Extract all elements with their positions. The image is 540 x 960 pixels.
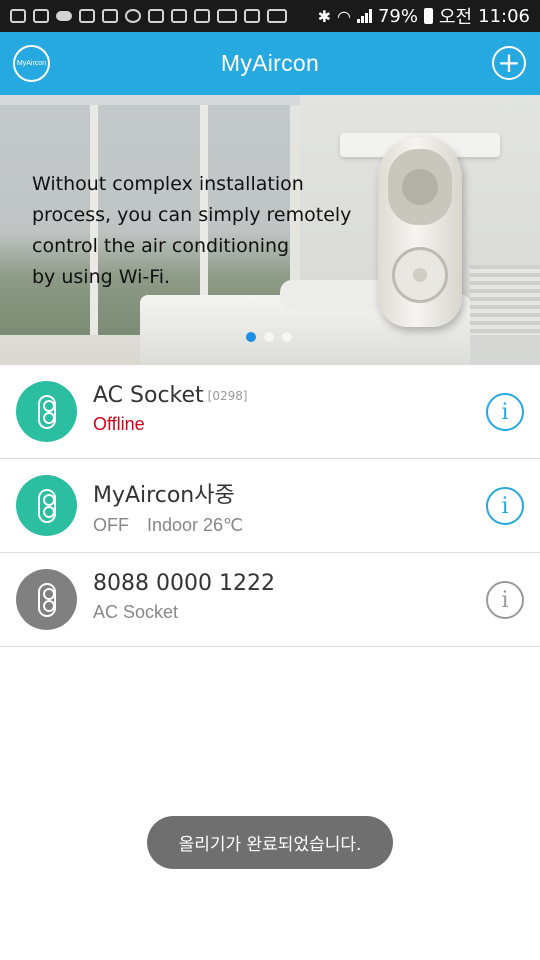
info-button[interactable]: i	[486, 393, 524, 431]
signal-icon	[356, 9, 372, 23]
page-title: MyAircon	[220, 50, 320, 76]
band-icon	[171, 9, 187, 23]
device-avatar	[16, 475, 77, 536]
notification-icons	[10, 9, 318, 23]
add-device-button[interactable]: +	[492, 46, 526, 80]
power-state: OFF	[93, 515, 129, 535]
battery-icon	[424, 8, 433, 24]
cast-icon	[33, 9, 49, 23]
carousel-dot[interactable]	[264, 332, 274, 342]
info-button[interactable]: i	[486, 487, 524, 525]
battery-percent: 79%	[377, 5, 418, 27]
smart-plug-icon	[37, 488, 56, 523]
chat-icon	[10, 9, 26, 23]
banner-line: by using Wi-Fi.	[32, 266, 171, 288]
wifi-icon: ◠	[337, 6, 351, 26]
smart-plug-icon	[37, 582, 56, 617]
plus-icon: +	[497, 46, 521, 79]
info-icon: i	[501, 493, 509, 519]
smart-plug-image	[378, 137, 462, 327]
device-row[interactable]: MyAircon사중 OFF Indoor 26℃ i	[0, 459, 540, 553]
device-row[interactable]: AC Socket [0298] Offline i	[0, 365, 540, 459]
info-icon: i	[501, 399, 509, 425]
device-name: 8088 0000 1222	[93, 571, 275, 596]
toast-message: 올리기가 완료되었습니다.	[147, 816, 393, 869]
ampm-label: 오전	[439, 7, 473, 28]
promo-banner[interactable]: Without complex installation process, yo…	[0, 95, 540, 365]
indoor-temperature: Indoor 26℃	[147, 515, 244, 535]
band-icon	[267, 9, 287, 23]
device-name: MyAircon사중	[93, 483, 235, 508]
band-icon	[217, 9, 237, 23]
device-avatar	[16, 381, 77, 442]
band-icon	[148, 9, 164, 23]
banner-line: Without complex installation	[32, 173, 304, 195]
clock: 11:06	[478, 5, 530, 27]
carousel-dot-active[interactable]	[246, 332, 256, 342]
banner-line: control the air conditioning	[32, 235, 290, 257]
band-icon	[244, 9, 260, 23]
device-list: AC Socket [0298] Offline i MyAircon사중 OFF…	[0, 365, 540, 647]
device-status: OFF Indoor 26℃	[93, 515, 243, 536]
banner-text: Without complex installation process, yo…	[32, 169, 372, 293]
carousel-dot[interactable]	[282, 332, 292, 342]
talk-icon	[125, 9, 141, 23]
info-button[interactable]: i	[486, 581, 524, 619]
cloud-icon	[56, 11, 72, 21]
image-icon	[102, 9, 118, 23]
device-name: AC Socket	[93, 383, 204, 408]
carousel-dots	[246, 332, 292, 342]
status-bar: ✱ ◠ 79% 오전 11:06	[0, 0, 540, 32]
logo-text: MyAircon	[16, 60, 47, 67]
banner-line: process, you can simply remotely	[32, 204, 352, 226]
device-status: Offline	[93, 414, 145, 434]
device-avatar	[16, 569, 77, 630]
app-bar: MyAircon MyAircon +	[0, 32, 540, 95]
device-status: AC Socket	[93, 602, 179, 622]
mail-icon	[79, 9, 95, 23]
device-code: [0298]	[207, 389, 248, 403]
info-icon: i	[501, 587, 509, 613]
bluetooth-icon: ✱	[317, 6, 332, 26]
band-icon	[194, 9, 210, 23]
app-logo-button[interactable]: MyAircon	[13, 45, 50, 82]
device-row[interactable]: 8088 0000 1222 AC Socket i	[0, 553, 540, 647]
smart-plug-icon	[37, 394, 56, 429]
